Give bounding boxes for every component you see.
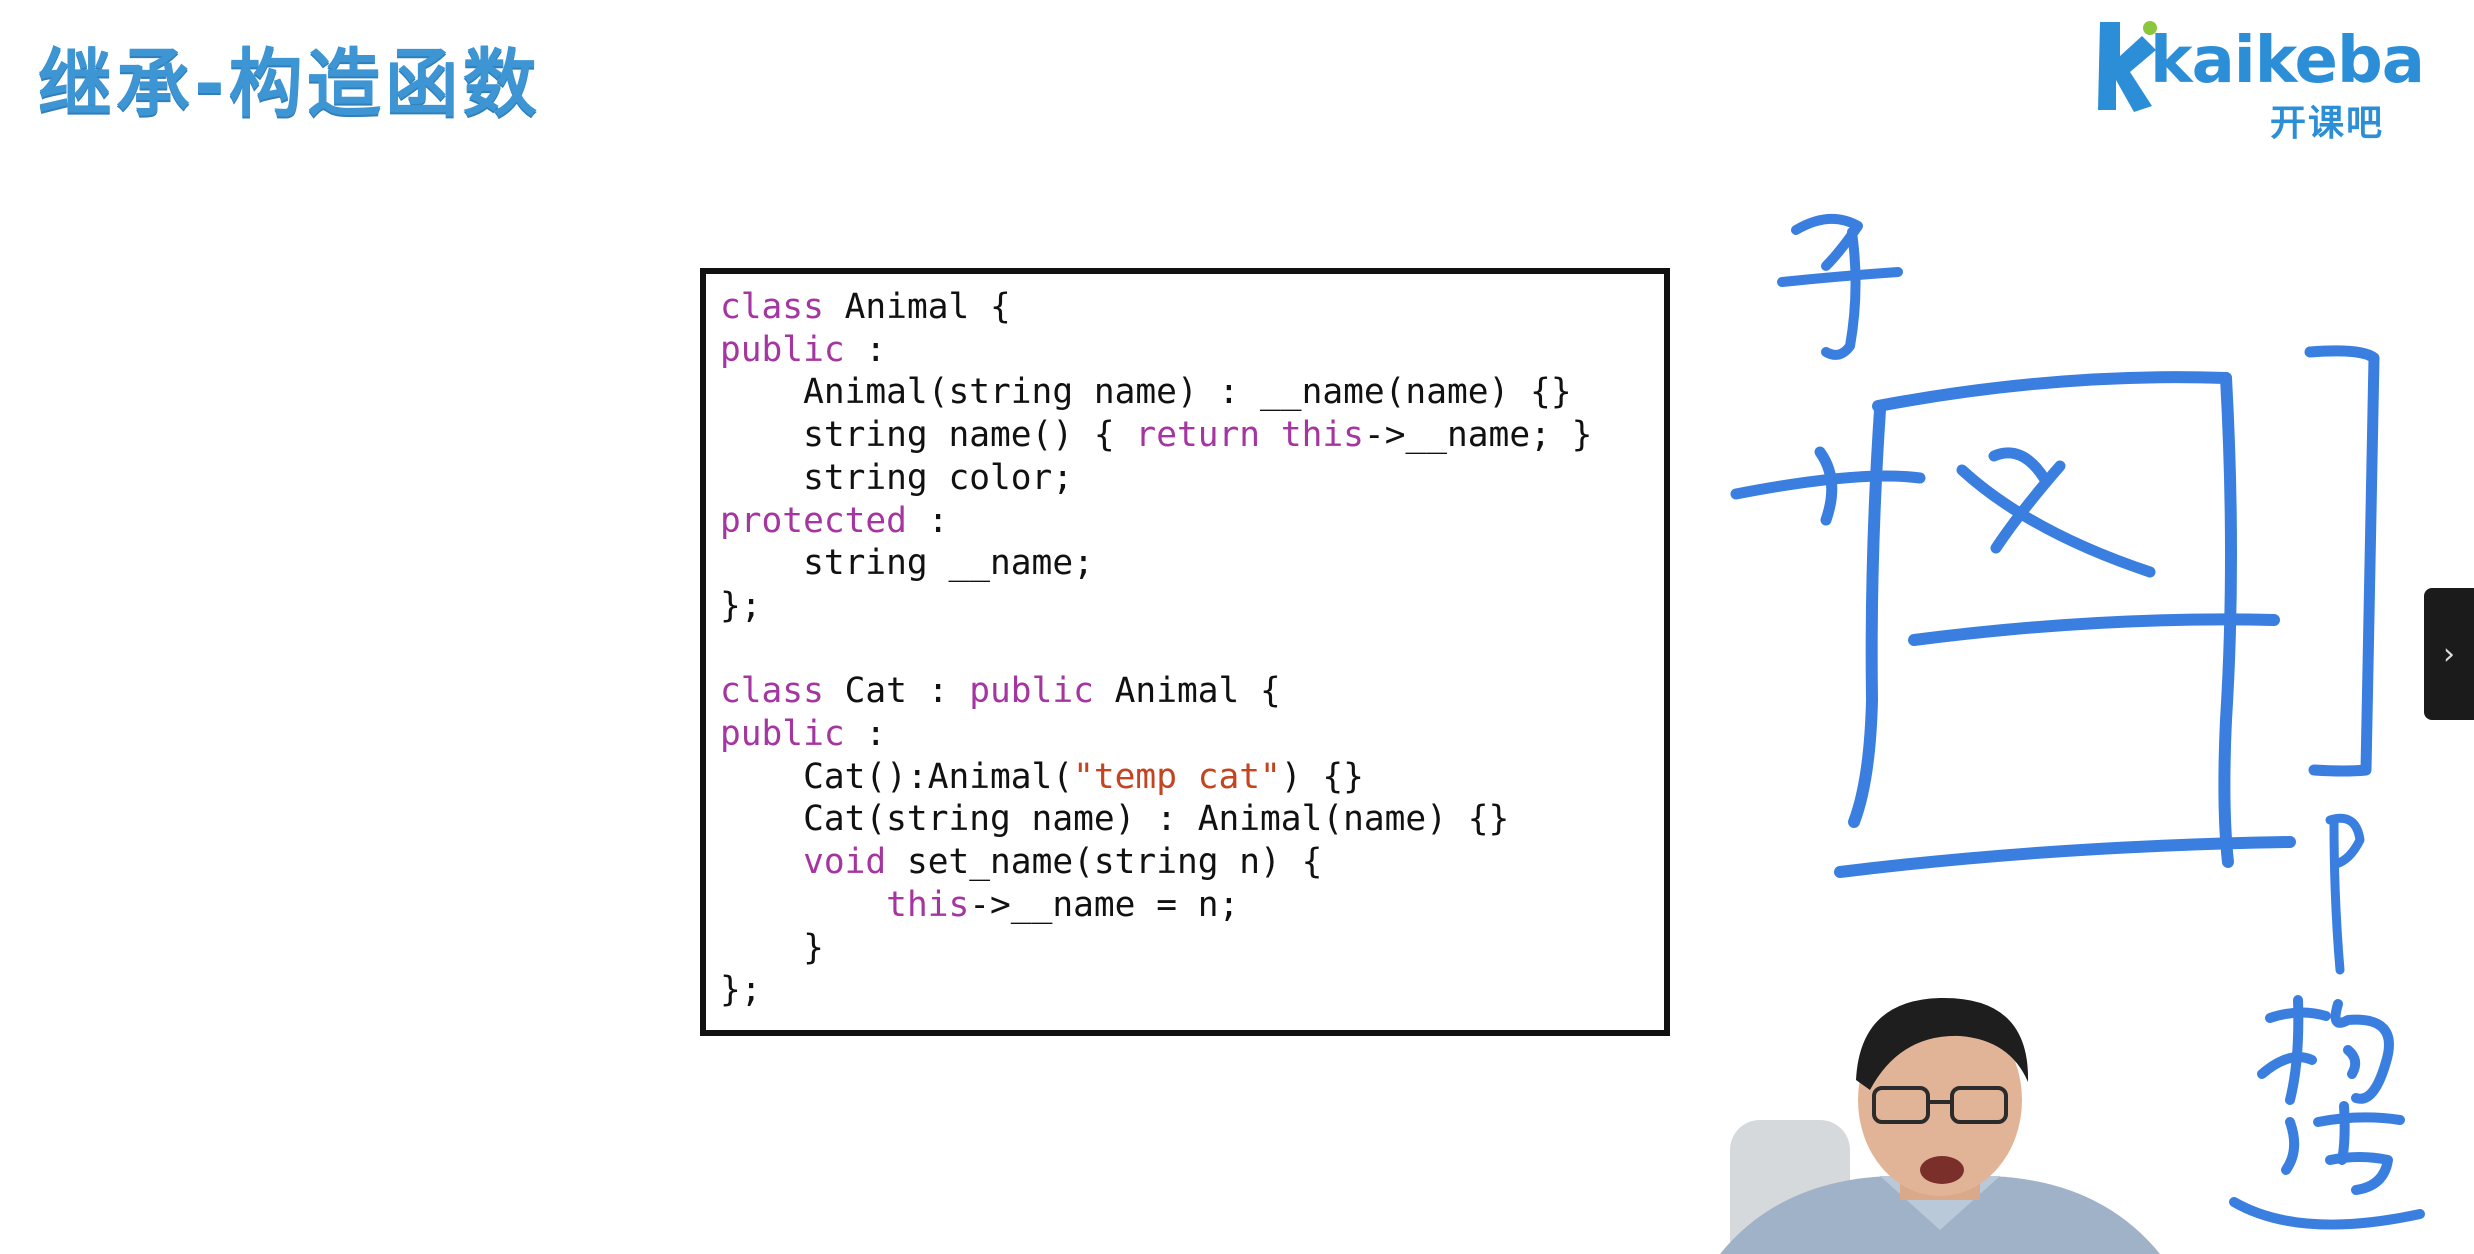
handwritten-zi-character — [1777, 213, 1903, 360]
chevron-right-icon: › — [2443, 636, 2455, 672]
handwritten-box-stroke — [1834, 371, 2296, 878]
handwritten-bracket — [2304, 345, 2380, 777]
handwritten-gouzao-characters — [2229, 995, 2425, 1230]
side-panel-toggle-button[interactable]: › — [2424, 588, 2474, 720]
presenter-image — [1720, 997, 2160, 1254]
handwritten-p-mark — [2325, 813, 2365, 975]
handwritten-fu-character — [1730, 446, 2156, 578]
presenter-webcam — [1660, 980, 2220, 1254]
